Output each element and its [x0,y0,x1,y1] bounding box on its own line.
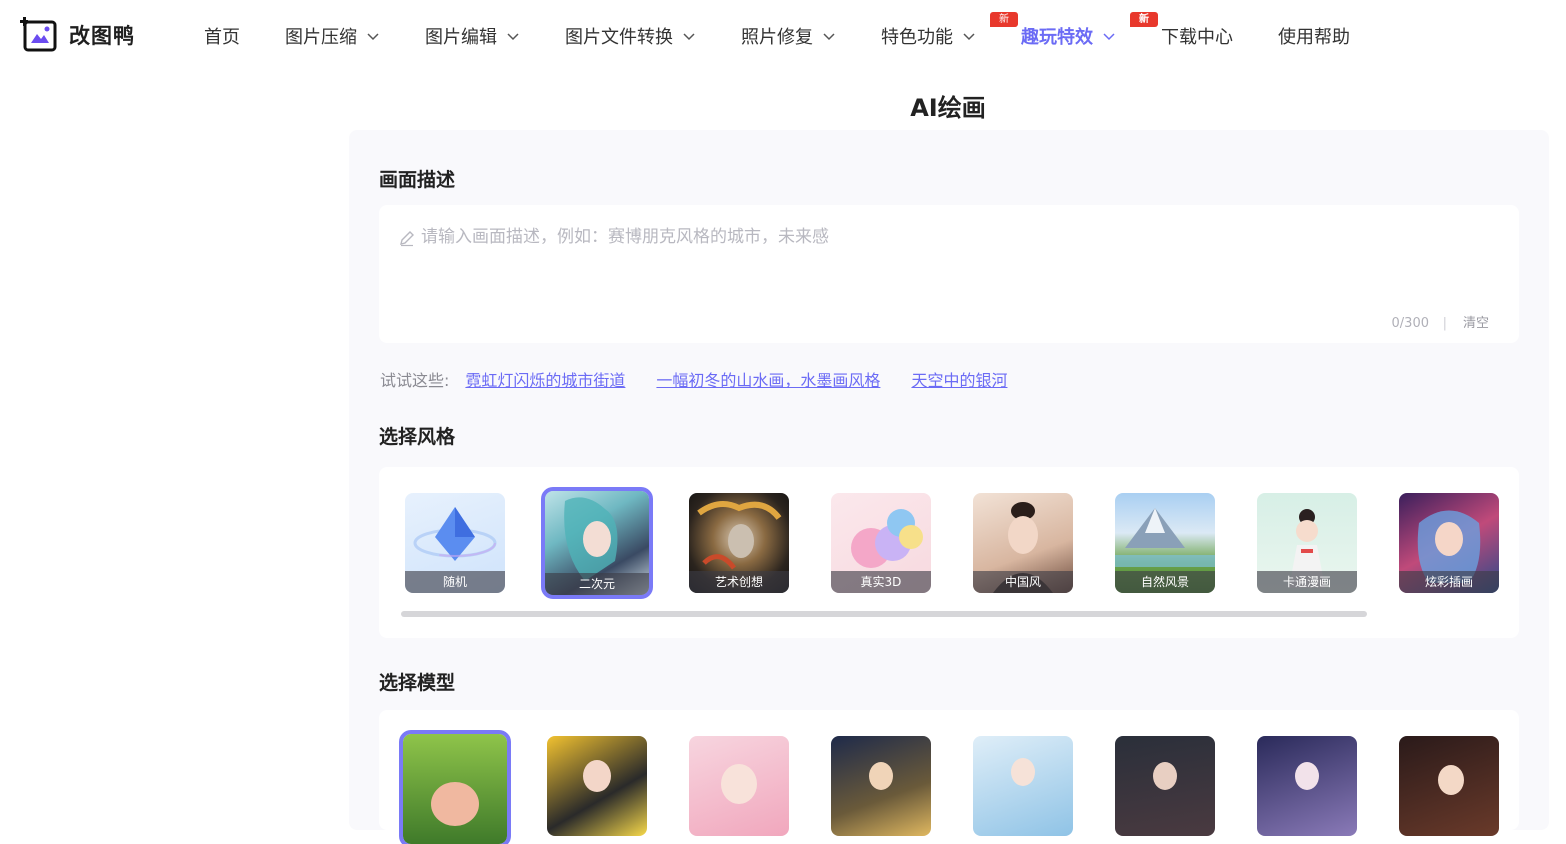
model-image [1295,762,1319,790]
style-option-nature[interactable]: 自然风景 [1115,493,1215,593]
style-label: 中国风 [973,571,1073,593]
style-option-colorful[interactable]: 炫彩插画 [1399,493,1499,593]
model-selector [379,710,1519,844]
description-box: 0/300 | 清空 [379,205,1519,343]
model-option[interactable] [399,730,511,844]
chevron-down-icon [367,33,379,41]
nav-label: 图片压缩 [285,27,357,48]
model-title: 选择模型 [379,672,456,694]
style-label: 卡通漫画 [1257,571,1357,593]
nav-fun-effects[interactable]: 趣玩特效 新 [1021,12,1158,49]
style-option-art[interactable]: 艺术创想 [689,493,789,593]
nav-label: 图片文件转换 [565,27,673,48]
suggestion-link[interactable]: 一幅初冬的山水画，水墨画风格 [656,367,880,391]
model-option[interactable] [689,736,789,836]
model-image [583,760,611,792]
style-label: 真实3D [831,571,931,593]
nav-label: 图片编辑 [425,27,497,48]
nav-photo-repair[interactable]: 照片修复 [741,23,836,49]
style-option-chinese[interactable]: 中国风 [973,493,1073,593]
chevron-down-icon [683,33,695,41]
description-title: 画面描述 [379,169,456,191]
main-nav: 首页 图片压缩 图片编辑 图片文件转换 照片修复 特色功能 新 趣玩特效 新 下… [204,12,1395,50]
nav-label: 特色功能 [881,27,953,48]
page-title: AI绘画 [910,94,986,122]
chevron-down-icon [1103,33,1115,41]
style-option-3d[interactable]: 真实3D [831,493,931,593]
nav-label: 趣玩特效 [1021,27,1093,48]
model-option[interactable] [547,736,647,836]
style-label: 艺术创想 [689,571,789,593]
style-title: 选择风格 [379,426,456,448]
nav-download-center[interactable]: 下载中心 [1161,23,1233,49]
nav-label: 照片修复 [741,27,813,48]
model-image [431,782,479,826]
new-badge: 新 [1130,12,1158,27]
nav-file-convert[interactable]: 图片文件转换 [565,23,696,49]
nav-label: 下载中心 [1161,27,1233,48]
suggestion-link[interactable]: 霓虹灯闪烁的城市街道 [465,367,625,391]
model-image [1438,765,1464,795]
nav-home[interactable]: 首页 [204,23,240,49]
style-option-anime[interactable]: 二次元 [541,487,653,599]
description-input[interactable] [421,227,1421,247]
top-header: 改图鸭 首页 图片压缩 图片编辑 图片文件转换 照片修复 特色功能 新 趣玩特效 [0,0,1566,72]
style-label: 随机 [405,571,505,593]
style-label: 二次元 [545,573,649,595]
model-image [1011,758,1035,786]
nav-features[interactable]: 特色功能 新 [881,12,1018,49]
nav-help[interactable]: 使用帮助 [1278,23,1350,49]
chevron-down-icon [507,33,519,41]
suggestions-row: 试试这些: 霓虹灯闪烁的城市街道 一幅初冬的山水画，水墨画风格 天空中的银河 [380,367,1038,391]
horizontal-scrollbar[interactable] [401,611,1367,617]
chevron-down-icon [823,33,835,41]
model-image [721,764,757,804]
model-option[interactable] [973,736,1073,836]
model-option[interactable] [1257,736,1357,836]
model-option[interactable] [831,736,931,836]
clear-button[interactable]: 清空 [1463,312,1489,331]
nav-label: 使用帮助 [1278,27,1350,48]
logo[interactable]: 改图鸭 [20,17,135,53]
chevron-down-icon [963,33,975,41]
style-label: 自然风景 [1115,571,1215,593]
suggestions-label: 试试这些: [380,371,450,390]
nav-image-edit[interactable]: 图片编辑 [425,23,520,49]
separator: | [1442,316,1447,331]
style-option-random[interactable]: 随机 [405,493,505,593]
char-counter: 0/300 [1391,316,1429,331]
style-selector: 随机 二次元 艺术创想 真实3D 中国风 自然风景 卡通漫画 炫彩插画 [379,467,1519,638]
nav-image-compress[interactable]: 图片压缩 [285,23,380,49]
suggestion-link[interactable]: 天空中的银河 [911,367,1007,391]
pencil-icon [400,231,414,247]
logo-text: 改图鸭 [69,24,135,48]
style-label: 炫彩插画 [1399,571,1499,593]
nav-label: 首页 [204,27,240,48]
model-image [869,762,893,790]
model-option[interactable] [1399,736,1499,836]
style-option-cartoon[interactable]: 卡通漫画 [1257,493,1357,593]
new-badge: 新 [990,12,1018,27]
logo-icon [20,17,58,53]
model-option[interactable] [1115,736,1215,836]
model-image [1153,762,1177,790]
